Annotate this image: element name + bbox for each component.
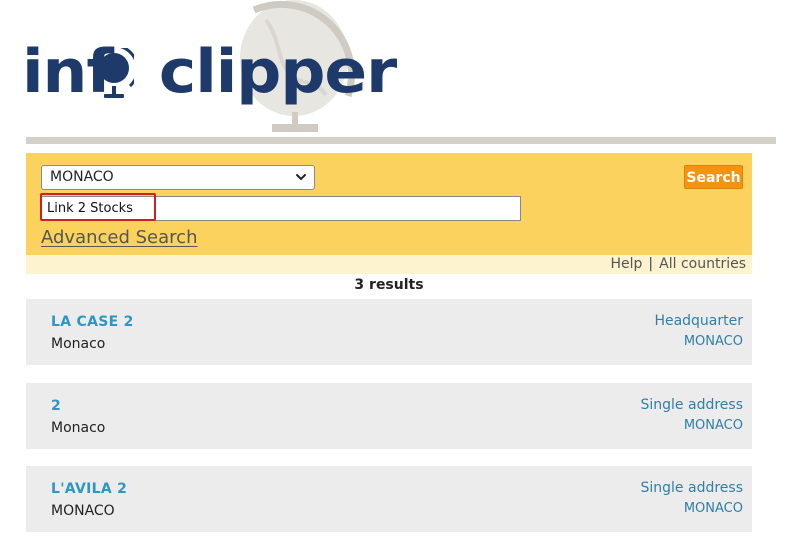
result-type-link[interactable]: Headquarter <box>654 313 743 329</box>
result-name-link[interactable]: LA CASE 2 <box>51 314 134 330</box>
result-country-link[interactable]: MONACO <box>684 418 743 433</box>
search-input[interactable]: Link 2 Stocks <box>41 196 521 221</box>
advanced-search-link[interactable]: Advanced Search <box>41 227 197 248</box>
logo-text-right: clipper <box>158 37 397 107</box>
search-button[interactable]: Search <box>684 165 743 189</box>
results-count: 3 results <box>354 277 424 293</box>
site-header: inf clipper <box>0 0 800 146</box>
country-select-value: MONACO <box>50 169 114 185</box>
result-card[interactable]: 2 Monaco Single address MONACO <box>26 383 752 449</box>
result-city: MONACO <box>51 503 115 519</box>
result-country-link[interactable]: MONACO <box>684 334 743 349</box>
country-select[interactable]: MONACO <box>41 165 315 190</box>
chevron-down-icon <box>296 174 306 181</box>
help-link[interactable]: Help <box>611 256 643 272</box>
search-panel: MONACO Link 2 Stocks Search Advanced Sea… <box>26 153 752 255</box>
result-country-link[interactable]: MONACO <box>684 501 743 516</box>
logo-globe-icon <box>96 48 134 98</box>
header-divider <box>26 137 776 144</box>
result-name-link[interactable]: L'AVILA 2 <box>51 481 127 497</box>
search-input-value: Link 2 Stocks <box>47 201 133 216</box>
result-type-link[interactable]: Single address <box>641 397 744 413</box>
result-city: Monaco <box>51 420 106 436</box>
result-type-link[interactable]: Single address <box>641 480 744 496</box>
all-countries-link[interactable]: All countries <box>659 256 746 272</box>
result-city: Monaco <box>51 336 106 352</box>
sub-nav-bar: Help | All countries <box>26 255 752 274</box>
result-name-link[interactable]: 2 <box>51 398 61 414</box>
site-logo[interactable]: inf clipper <box>22 28 397 116</box>
sub-nav-separator: | <box>648 256 654 272</box>
result-card[interactable]: L'AVILA 2 MONACO Single address MONACO <box>26 466 752 532</box>
result-card[interactable]: LA CASE 2 Monaco Headquarter MONACO <box>26 299 752 365</box>
